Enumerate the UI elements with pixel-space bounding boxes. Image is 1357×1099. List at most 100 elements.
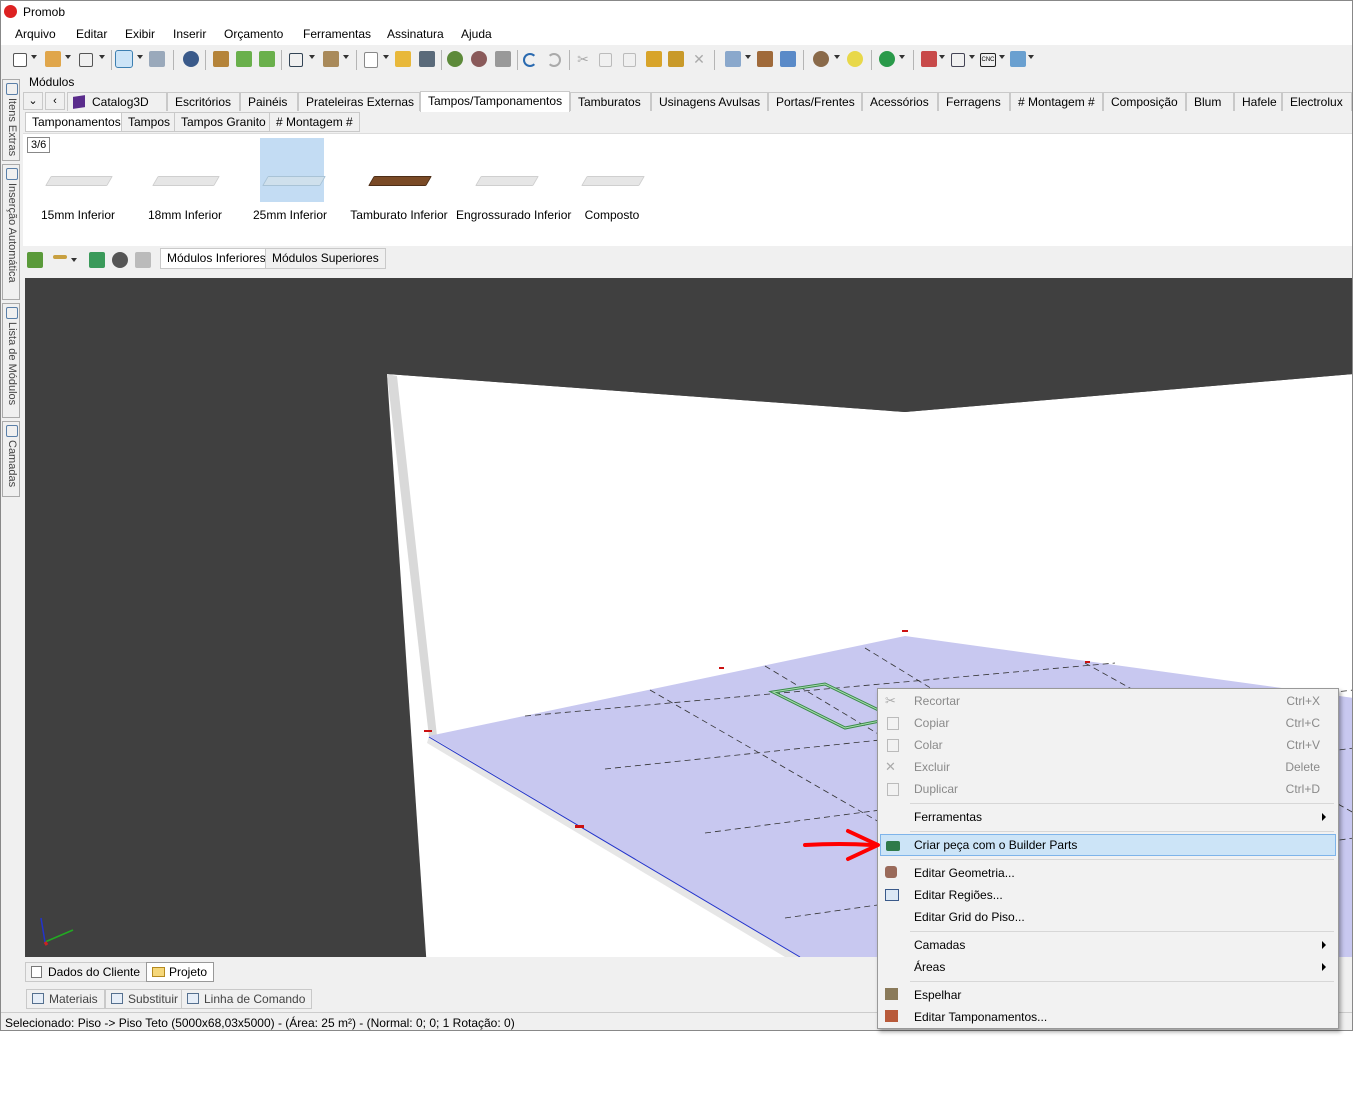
export-icon[interactable] [1010,51,1026,67]
menu-recortar[interactable]: ✂ Recortar Ctrl+X [880,690,1336,712]
subtab-tampos[interactable]: Tampos [121,112,178,132]
menu-ferramentas[interactable]: Ferramentas [880,806,1336,828]
paste-icon[interactable] [623,53,636,67]
menu-arquivo[interactable]: Arquivo [15,27,56,41]
level-icon[interactable] [53,255,67,259]
view-cube-icon[interactable] [289,53,303,67]
redo-icon[interactable] [547,53,561,67]
cut-icon[interactable]: ✂ [575,51,591,67]
material-icon[interactable] [813,51,829,67]
tab-paineis[interactable]: Painéis [240,92,298,111]
menu-camadas[interactable]: Camadas [880,934,1336,956]
insert-icon[interactable] [89,252,105,268]
paint-icon[interactable] [668,51,684,67]
side-tab-lista-de-modulos[interactable]: Lista de Módulos [2,303,20,418]
arrow-right-icon[interactable] [259,51,275,67]
save-icon[interactable] [419,51,435,67]
dropdown-arrow-icon[interactable] [383,55,389,59]
menu-espelhar[interactable]: Espelhar [880,984,1336,1006]
menu-editar-geometria[interactable]: Editar Geometria... [880,862,1336,884]
tab-composicao[interactable]: Composição [1103,92,1186,111]
budget-icon[interactable] [879,51,895,67]
box-icon[interactable] [323,51,339,67]
tab-catalog3d[interactable]: Catalog3D [67,92,167,111]
menu-colar[interactable]: Colar Ctrl+V [880,734,1336,756]
subtab-montagem[interactable]: # Montagem # [269,112,360,132]
shape-icon[interactable] [79,53,93,67]
dropdown-arrow-icon[interactable] [71,258,77,262]
menu-copiar[interactable]: Copiar Ctrl+C [880,712,1336,734]
menu-ajuda[interactable]: Ajuda [461,27,492,41]
gallery-item-15mm-inferior[interactable]: 15mm Inferior [28,138,128,222]
lock-icon[interactable] [135,252,151,268]
tab-ferragens[interactable]: Ferragens [938,92,1010,111]
new-project-icon[interactable] [13,53,27,67]
gallery-item-25mm-inferior[interactable]: 25mm Inferior [222,138,327,222]
dropdown-arrow-icon[interactable] [834,55,840,59]
dropdown-arrow-icon[interactable] [65,55,71,59]
tab-dados-do-cliente[interactable]: Dados do Cliente [25,962,148,982]
dropdown-arrow-icon[interactable] [999,55,1005,59]
measure-icon[interactable] [149,51,165,67]
subtab-tamponamentos[interactable]: Tamponamentos [25,112,128,132]
menu-ferramentas[interactable]: Ferramentas [303,27,371,41]
tab-tampos-tamponamentos[interactable]: Tampos/Tamponamentos [420,91,570,112]
delete-icon[interactable]: ✕ [691,51,707,67]
hammer-icon[interactable] [646,51,662,67]
tab-montagem[interactable]: # Montagem # [1010,92,1103,111]
tabs-dropdown-button[interactable]: ⌄ [23,92,43,110]
dropdown-arrow-icon[interactable] [939,55,945,59]
menu-editar-grid-piso[interactable]: Editar Grid do Piso... [880,906,1336,928]
gallery-item-tamburato-inferior[interactable]: Tamburato Inferior [349,138,449,222]
dropdown-arrow-icon[interactable] [343,55,349,59]
dropdown-arrow-icon[interactable] [1028,55,1034,59]
binoculars-icon[interactable] [112,252,128,268]
tab-linha-de-comando[interactable]: Linha de Comando [181,989,313,1009]
tab-escritorios[interactable]: Escritórios [167,92,240,111]
menu-exibir[interactable]: Exibir [125,27,155,41]
dropdown-arrow-icon[interactable] [745,55,751,59]
dropdown-arrow-icon[interactable] [899,55,905,59]
modules-icon[interactable] [45,51,61,67]
tab-prateleiras-externas[interactable]: Prateleiras Externas [298,92,420,111]
menu-editar-tamponamentos[interactable]: Editar Tamponamentos... [880,1006,1336,1028]
new-file-icon[interactable] [364,52,378,68]
dropdown-arrow-icon[interactable] [99,55,105,59]
open-folder-icon[interactable] [395,51,411,67]
light-bulb-icon[interactable] [847,51,863,67]
gallery-item-engrossurado-inferior[interactable]: Engrossurado Inferior [456,138,571,222]
tab-substituir[interactable]: Substituir [105,989,186,1009]
tab-blum[interactable]: Blum [1186,92,1234,111]
dropdown-arrow-icon[interactable] [309,55,315,59]
tab-materiais[interactable]: Materiais [26,989,105,1009]
gallery-item-18mm-inferior[interactable]: 18mm Inferior [135,138,235,222]
tab-projeto[interactable]: Projeto [146,962,215,982]
tabs-back-button[interactable]: ‹ [45,92,65,110]
menu-inserir[interactable]: Inserir [173,27,206,41]
side-tab-itens-extras[interactable]: Itens Extras [2,79,20,161]
menu-criar-peca-builder-parts[interactable]: Criar peça com o Builder Parts [880,834,1336,856]
menu-editar[interactable]: Editar [76,27,107,41]
modulos-inferiores-button[interactable]: Módulos Inferiores [160,248,273,269]
subtab-tampos-granito[interactable]: Tampos Granito [174,112,273,132]
cut-list-icon[interactable] [951,53,965,67]
report-icon[interactable] [921,51,937,67]
tab-portas-frentes[interactable]: Portas/Frentes [768,92,862,111]
cnc-icon[interactable]: CNC [980,53,996,67]
gallery-item-composto[interactable]: Composto [562,138,662,222]
menu-assinatura[interactable]: Assinatura [387,27,444,41]
cabinet-icon[interactable] [757,51,773,67]
tab-tamburatos[interactable]: Tamburatos [570,92,651,111]
dropdown-arrow-icon[interactable] [31,55,37,59]
side-tab-camadas[interactable]: Camadas [2,421,20,497]
menu-editar-regioes[interactable]: Editar Regiões... [880,884,1336,906]
menu-duplicar[interactable]: Duplicar Ctrl+D [880,778,1336,800]
copy-icon[interactable] [599,53,612,67]
green-up-icon[interactable] [27,252,43,268]
layers-icon[interactable] [725,51,741,67]
undo-icon[interactable] [523,53,537,67]
tab-electrolux[interactable]: Electrolux [1282,92,1352,111]
dropdown-arrow-icon[interactable] [137,55,143,59]
arrow-left-icon[interactable] [236,51,252,67]
print-icon[interactable] [495,51,511,67]
